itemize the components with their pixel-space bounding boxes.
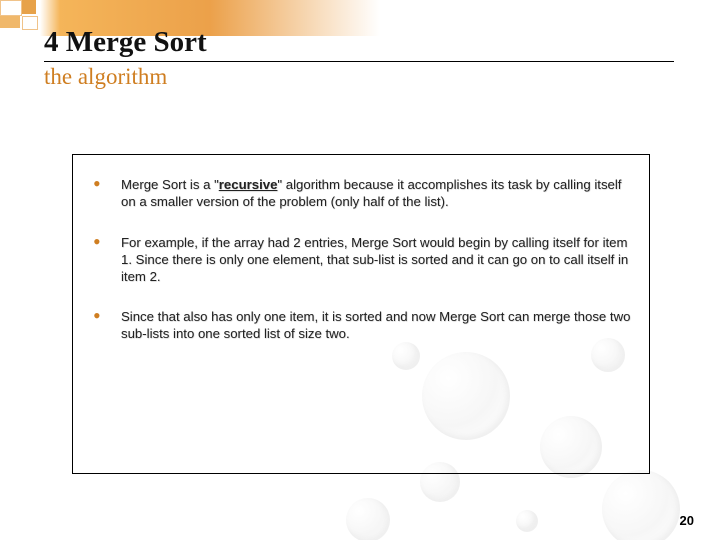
subtitle: the algorithm	[44, 64, 674, 90]
title-text: Merge Sort	[66, 26, 207, 58]
bullet-icon: •	[91, 177, 121, 191]
list-item: • Merge Sort is a "recursive" algorithm …	[91, 177, 633, 211]
bullet-text-before: For example, if the array had 2 entries,…	[121, 235, 628, 284]
bullet-text: Merge Sort is a "recursive" algorithm be…	[121, 177, 633, 211]
bullet-text: For example, if the array had 2 entries,…	[121, 235, 633, 286]
list-item: • For example, if the array had 2 entrie…	[91, 235, 633, 286]
slide: 4 Merge Sort the algorithm • Merge Sort …	[0, 0, 720, 540]
bullet-icon: •	[91, 235, 121, 249]
title-underline	[44, 61, 674, 62]
page-number: 20	[680, 513, 694, 528]
corner-decoration	[0, 0, 44, 44]
chapter-number: 4	[44, 26, 59, 58]
list-item: • Since that also has only one item, it …	[91, 309, 633, 343]
bullet-text-before: Merge Sort is a "	[121, 177, 219, 192]
bullet-icon: •	[91, 309, 121, 323]
bullet-text: Since that also has only one item, it is…	[121, 309, 633, 343]
title-block: 4 Merge Sort the algorithm	[44, 26, 674, 90]
bullet-text-before: Since that also has only one item, it is…	[121, 309, 630, 341]
bullet-text-bold: recursive	[219, 177, 278, 192]
content-box: • Merge Sort is a "recursive" algorithm …	[72, 154, 650, 474]
page-title: 4 Merge Sort	[44, 26, 674, 59]
